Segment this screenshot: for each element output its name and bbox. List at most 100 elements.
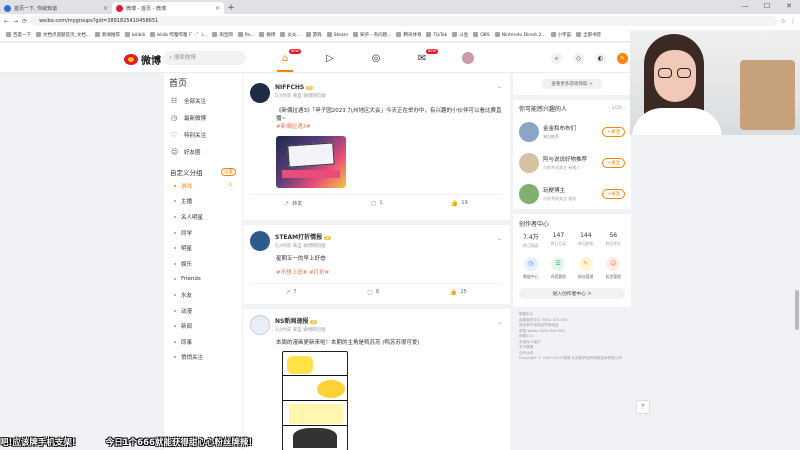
like-button[interactable]: 👍 25 bbox=[450, 289, 467, 296]
forward-icon[interactable]: → bbox=[13, 18, 18, 25]
post-image[interactable] bbox=[276, 136, 346, 188]
bookmark-item[interactable]: biliib 哔哩哔哩 (゜-゜)... bbox=[150, 31, 207, 38]
stat-item[interactable]: 56 昨日评论 bbox=[606, 232, 621, 249]
comment-button[interactable]: ▢ 1 bbox=[371, 200, 383, 207]
group-item[interactable]: 水友 bbox=[164, 287, 242, 303]
creator-tool[interactable]: ☰ 内容管理 bbox=[551, 257, 566, 280]
menu-icon[interactable]: ⋮ bbox=[790, 18, 796, 25]
bookmark-item[interactable]: 游戏 bbox=[305, 31, 322, 38]
enter-creator-button[interactable]: 进入创作者中心 > bbox=[519, 288, 625, 299]
post-author[interactable]: NIFFCHS bbox=[275, 84, 304, 91]
group-item[interactable]: 同事 bbox=[164, 334, 242, 350]
chevron-down-icon[interactable]: ⌄ bbox=[497, 235, 502, 242]
bookmark-item[interactable]: 腾讯体育 bbox=[396, 31, 421, 38]
user-avatar[interactable] bbox=[462, 52, 474, 64]
group-item[interactable]: 娱乐 bbox=[164, 256, 242, 272]
message-icon[interactable]: ✉ NEW bbox=[416, 49, 438, 64]
left-nav-item[interactable]: ☺ 好友圈 bbox=[164, 143, 242, 160]
stat-item[interactable]: 144 昨日转发 bbox=[578, 232, 593, 249]
group-item[interactable]: 同学 bbox=[164, 225, 242, 241]
compose-icon[interactable]: ✎ bbox=[617, 53, 628, 64]
recommend-name[interactable]: 金金和布布们 bbox=[543, 124, 576, 132]
maximize-button[interactable]: ☐ bbox=[756, 0, 778, 12]
close-icon[interactable]: × bbox=[215, 5, 220, 12]
home-icon[interactable]: ⌂ NEW bbox=[279, 49, 301, 64]
post-tags[interactable]: #不想上班# #打折# bbox=[276, 269, 502, 277]
bookmark-item[interactable]: Steam bbox=[326, 31, 348, 38]
minimize-button[interactable]: — bbox=[734, 0, 756, 12]
close-icon[interactable]: × bbox=[103, 5, 108, 12]
more-games-button[interactable]: 查看更多游戏领取 > bbox=[541, 79, 603, 89]
group-settings-button[interactable]: 设置 bbox=[221, 168, 236, 176]
bookmark-item[interactable]: 斗鱼 bbox=[452, 31, 468, 38]
follow-button[interactable]: +关注 bbox=[602, 157, 625, 168]
new-tab-button[interactable]: + bbox=[224, 2, 238, 14]
bookmark-item[interactable]: 百度一下 bbox=[6, 31, 31, 38]
bookmark-item[interactable]: 知乎 - 有问题... bbox=[353, 31, 391, 38]
recommend-name[interactable]: 阿与说说好物推荐 bbox=[543, 155, 587, 163]
chevron-right-icon[interactable]: › bbox=[622, 106, 625, 111]
hot-icon[interactable]: ◇ bbox=[573, 53, 584, 64]
bookmark-item[interactable]: Pa... bbox=[237, 31, 254, 38]
recommend-pager[interactable]: ‹ 1/20 › bbox=[608, 106, 625, 111]
chevron-down-icon[interactable]: ⌄ bbox=[497, 83, 502, 90]
stat-item[interactable]: 7.4万 昨日阅读 bbox=[523, 232, 539, 249]
search-button-icon[interactable]: ⌕ bbox=[551, 53, 562, 64]
bookmark-item[interactable]: 文档点道题首页_文档... bbox=[36, 31, 90, 38]
avatar[interactable] bbox=[250, 83, 270, 103]
creator-tool[interactable]: ✎ 粉丝管理 bbox=[578, 257, 593, 280]
left-nav-item[interactable]: ♡ 特别关注 bbox=[164, 126, 242, 143]
group-item[interactable]: 动漫 bbox=[164, 303, 242, 319]
bookmark-item[interactable]: 全部书签 bbox=[576, 31, 601, 38]
bookmark-item[interactable]: OBS bbox=[473, 31, 490, 38]
search-input[interactable]: ⌕ 搜索微博 bbox=[163, 51, 246, 65]
group-item[interactable]: 游戏 1 bbox=[164, 178, 242, 194]
avatar[interactable] bbox=[250, 231, 270, 251]
left-nav-item[interactable]: ◷ 最新微博 bbox=[164, 109, 242, 126]
theme-icon[interactable]: ◐ bbox=[595, 53, 606, 64]
comment-button[interactable]: ▢ 8 bbox=[367, 289, 379, 296]
bookmark-item[interactable]: 炎炎... bbox=[280, 31, 301, 38]
bookmark-item[interactable]: 微博 bbox=[259, 31, 275, 38]
post-author[interactable]: NS新闻速报 bbox=[275, 318, 308, 325]
follow-button[interactable]: +关注 bbox=[602, 188, 625, 199]
group-item[interactable]: 新闻 bbox=[164, 318, 242, 334]
left-nav-item[interactable]: ☷ 全部关注 bbox=[164, 92, 242, 109]
group-item[interactable]: Friends bbox=[164, 272, 242, 288]
bookmark-item[interactable]: Nintendo Direct 2... bbox=[494, 31, 546, 38]
weibo-logo[interactable]: 微博 bbox=[124, 52, 161, 67]
forward-button[interactable]: ↗ 转发 bbox=[284, 200, 302, 207]
bookmark-item[interactable]: TikTok bbox=[426, 31, 447, 38]
creator-tool[interactable]: ◷ 数据中心 bbox=[523, 257, 538, 280]
bookmark-item[interactable]: 新闻推荐 bbox=[95, 31, 120, 38]
avatar[interactable] bbox=[519, 183, 539, 204]
post-tags[interactable]: #新偶拉遇3# bbox=[276, 123, 502, 131]
footer-link[interactable]: Copyright © 2009-2023 微博 北京微梦创科网络技术有限公司 bbox=[519, 356, 625, 362]
chevron-down-icon[interactable]: ⌄ bbox=[497, 319, 502, 326]
creator-tool[interactable]: ☺ 私信管理 bbox=[606, 257, 621, 280]
discover-icon[interactable]: ◎ bbox=[370, 52, 382, 64]
scrollbar[interactable] bbox=[795, 290, 799, 330]
video-icon[interactable]: ▷ bbox=[324, 52, 336, 64]
back-icon[interactable]: ← bbox=[4, 18, 9, 25]
close-window-button[interactable]: ✕ bbox=[778, 0, 800, 12]
star-icon[interactable]: ☆ bbox=[781, 18, 786, 25]
browser-tab[interactable]: 首页一下, 你就知道 × bbox=[0, 2, 112, 14]
post-author[interactable]: STEAM打折情报 bbox=[275, 234, 322, 241]
forward-button[interactable]: ↗ 7 bbox=[285, 289, 296, 296]
group-item[interactable]: 主播 bbox=[164, 194, 242, 210]
bookmark-item[interactable]: 淘宝网 bbox=[212, 31, 233, 38]
group-item[interactable]: 悄悄关注 bbox=[164, 350, 242, 366]
bookmark-item[interactable]: bilibili bbox=[125, 31, 145, 38]
avatar[interactable] bbox=[519, 152, 539, 173]
group-item[interactable]: 明星 bbox=[164, 240, 242, 256]
browser-tab-active[interactable]: 微博 - 首页 - 微博 × bbox=[112, 2, 224, 14]
url-field[interactable]: weibo.com/mygroups?gid=3891825410458651 bbox=[31, 16, 777, 26]
reload-icon[interactable]: ⟳ bbox=[22, 18, 27, 25]
bookmark-item[interactable]: 小宇宙 bbox=[550, 31, 571, 38]
recommend-name[interactable]: 玩梗博主 bbox=[543, 186, 576, 194]
group-item[interactable]: 名人明星 bbox=[164, 209, 242, 225]
avatar[interactable] bbox=[519, 121, 539, 142]
back-to-top-button[interactable]: ⇡ bbox=[636, 400, 650, 414]
like-button[interactable]: 👍 19 bbox=[451, 200, 468, 207]
